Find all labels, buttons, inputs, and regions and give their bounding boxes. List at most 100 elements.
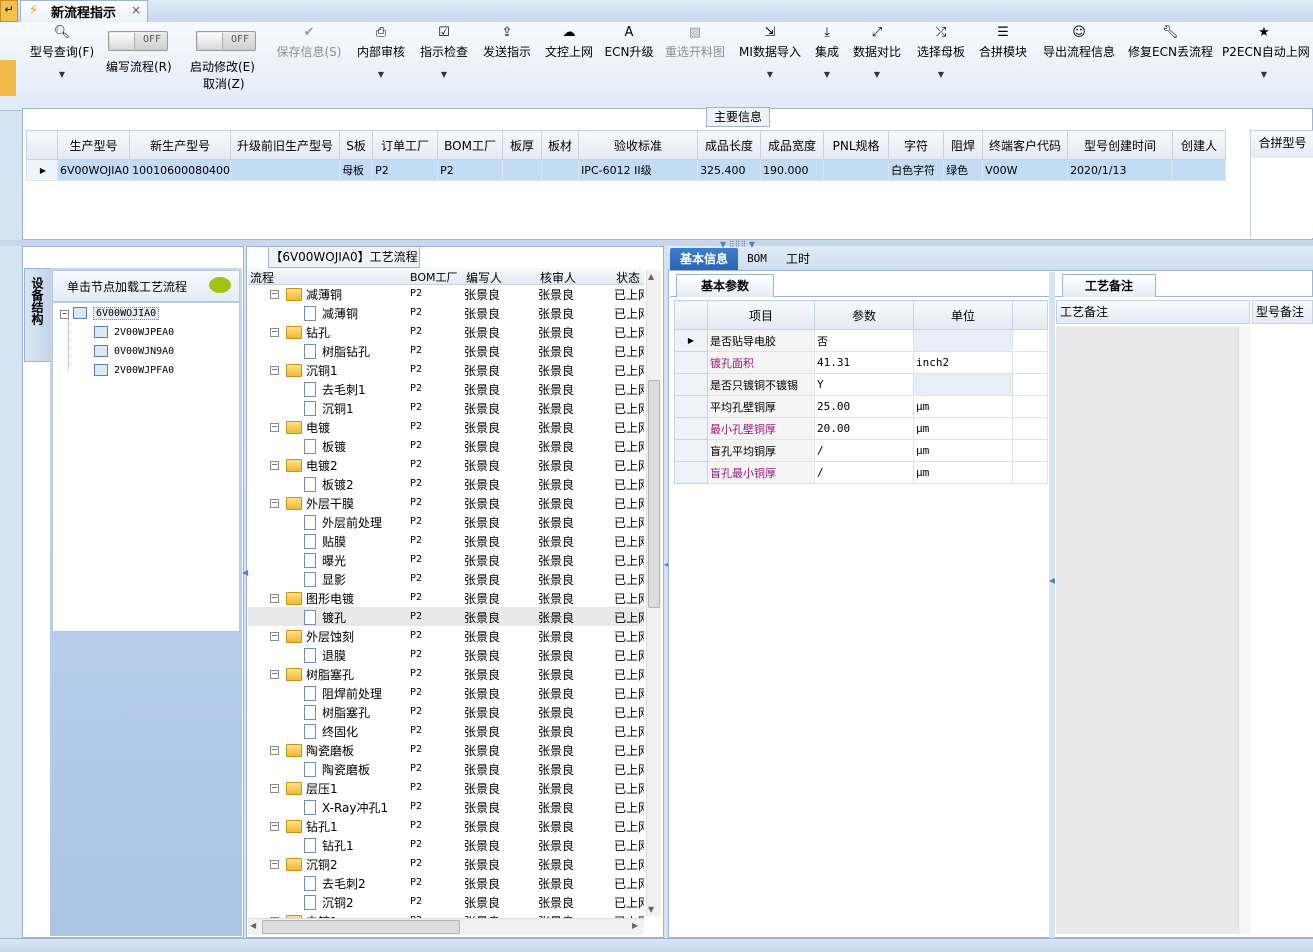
param-value[interactable]: Y bbox=[814, 373, 914, 396]
process-note-header[interactable]: 工艺备注 bbox=[1056, 300, 1250, 324]
collapse-icon[interactable]: − bbox=[270, 632, 279, 641]
table-cell[interactable]: 325.400 bbox=[697, 159, 762, 181]
table-cell[interactable] bbox=[823, 159, 890, 181]
flow-row[interactable]: − 图形电镀 P2 张景良 张景良 已上网 bbox=[248, 588, 644, 607]
flow-row[interactable]: 外层前处理 P2 张景良 张景良 已上网 bbox=[248, 512, 644, 531]
collapse-icon[interactable]: − bbox=[270, 366, 279, 375]
flow-row[interactable]: 减薄铜 P2 张景良 张景良 已上网 bbox=[248, 303, 644, 322]
flow-row[interactable]: 板镀 P2 张景良 张景良 已上网 bbox=[248, 436, 644, 455]
doc-control-upload-button[interactable]: ☁ 文控上网 bbox=[542, 24, 596, 60]
flow-row[interactable]: − 沉铜2 P2 张景良 张景良 已上网 bbox=[248, 854, 644, 873]
flow-row[interactable]: − 沉铜1 P2 张景良 张景良 已上网 bbox=[248, 360, 644, 379]
column-header[interactable]: 型号创建时间 bbox=[1067, 130, 1174, 160]
column-header[interactable]: 创建人 bbox=[1172, 130, 1227, 160]
column-header[interactable]: 成品宽度 bbox=[760, 130, 825, 160]
tab-basic-params[interactable]: 基本参数 bbox=[676, 274, 774, 297]
flow-row[interactable]: 钻孔1 P2 张景良 张景良 已上网 bbox=[248, 835, 644, 854]
table-row[interactable]: 盲孔最小铜厚 / μm bbox=[674, 461, 1048, 484]
scroll-up-icon[interactable]: ▲ bbox=[648, 272, 654, 281]
collapse-icon[interactable]: − bbox=[270, 594, 279, 603]
flow-horizontal-scroll-thumb[interactable] bbox=[262, 920, 460, 934]
column-header[interactable]: 参数 bbox=[814, 300, 914, 330]
flow-row[interactable]: 贴膜 P2 张景良 张景良 已上网 bbox=[248, 531, 644, 550]
table-row[interactable]: 最小孔壁铜厚 20.00 μm bbox=[674, 417, 1048, 440]
table-cell[interactable] bbox=[230, 159, 341, 181]
param-value[interactable]: 41.31 bbox=[814, 351, 914, 374]
internal-review-button[interactable]: ⎙ 内部审核 ▼ bbox=[354, 24, 408, 80]
flow-row[interactable]: − 电镀2 P2 张景良 张景良 已上网 bbox=[248, 455, 644, 474]
check-instruction-button[interactable]: ☑ 指示检查 ▼ bbox=[418, 24, 470, 80]
collapse-icon[interactable]: − bbox=[270, 290, 279, 299]
save-info-button[interactable]: ✔ 保存信息(S) bbox=[274, 24, 344, 60]
flow-row[interactable]: 显影 P2 张景良 张景良 已上网 bbox=[248, 569, 644, 588]
flow-row[interactable]: − 电镀 P2 张景良 张景良 已上网 bbox=[248, 417, 644, 436]
column-header[interactable]: BOM工厂 bbox=[410, 269, 458, 285]
tree-node-child[interactable]: 2V00WJPEA0 bbox=[94, 326, 174, 338]
flow-row[interactable]: 退膜 P2 张景良 张景良 已上网 bbox=[248, 645, 644, 664]
column-header[interactable]: 板厚 bbox=[502, 130, 543, 160]
column-header[interactable]: S板 bbox=[339, 130, 374, 160]
table-cell[interactable] bbox=[1172, 159, 1227, 181]
table-row[interactable]: 平均孔壁铜厚 25.00 μm bbox=[674, 395, 1048, 418]
tab-process-notes[interactable]: 工艺备注 bbox=[1062, 274, 1156, 297]
collapse-icon[interactable]: − bbox=[270, 784, 279, 793]
fix-ecn-flow-button[interactable]: 🔧︎ 修复ECN丢流程 bbox=[1128, 24, 1213, 60]
table-row[interactable]: 是否只镀铜不镀锡 Y bbox=[674, 373, 1048, 396]
collapse-icon[interactable]: − bbox=[270, 860, 279, 869]
splitter-grip-icon[interactable]: ◀ bbox=[1049, 576, 1055, 585]
column-header[interactable]: 成品长度 bbox=[697, 130, 762, 160]
tab-basic-info[interactable]: 基本信息 bbox=[670, 248, 738, 270]
collapse-icon[interactable]: − bbox=[270, 746, 279, 755]
flow-vertical-scroll-thumb[interactable] bbox=[648, 380, 660, 608]
column-header[interactable]: 订单工厂 bbox=[372, 130, 439, 160]
column-header[interactable]: 板材 bbox=[541, 130, 580, 160]
enable-edit-toggle[interactable]: OFF bbox=[196, 31, 256, 51]
cancel-button[interactable]: 取消(Z) bbox=[203, 75, 245, 92]
integrate-button[interactable]: ⤓ 集成 ▼ bbox=[812, 24, 842, 80]
data-compare-button[interactable]: ⤢ 数据对比 ▼ bbox=[850, 24, 904, 80]
column-header[interactable]: BOM工厂 bbox=[437, 130, 504, 160]
flow-row[interactable]: − 层压1 P2 张景良 张景良 已上网 bbox=[248, 778, 644, 797]
column-header[interactable]: 升级前旧生产型号 bbox=[230, 130, 341, 160]
notes-vertical-scrollbar[interactable] bbox=[1238, 326, 1251, 934]
table-cell[interactable]: 190.000 bbox=[760, 159, 825, 181]
tree-node-root[interactable]: −6V00WOJIA0 bbox=[60, 307, 160, 320]
flow-row[interactable]: 树脂钻孔 P2 张景良 张景良 已上网 bbox=[248, 341, 644, 360]
merge-module-button[interactable]: ☰ 合拼模块 bbox=[976, 24, 1030, 60]
ecn-upgrade-button[interactable]: A ECN升级 bbox=[604, 24, 654, 60]
table-row[interactable]: 镀孔面积 41.31 inch2 bbox=[674, 351, 1048, 374]
tab-new-flow-instruction[interactable]: ⚡ 新流程指示 × bbox=[20, 0, 148, 22]
tree-node-child[interactable]: 2V00WJPFA0 bbox=[94, 364, 174, 376]
table-cell[interactable]: 母板 bbox=[339, 159, 374, 181]
column-header[interactable]: 字符 bbox=[888, 130, 945, 160]
table-cell[interactable]: IPC-6012 II级 bbox=[578, 159, 699, 181]
flow-row[interactable]: − 钻孔1 P2 张景良 张景良 已上网 bbox=[248, 816, 644, 835]
column-header[interactable]: PNL规格 bbox=[823, 130, 890, 160]
scroll-down-icon[interactable]: ▼ bbox=[648, 905, 654, 914]
tab-bom[interactable]: BOM bbox=[742, 248, 772, 270]
flow-row[interactable]: − 减薄铜 P2 张景良 张景良 已上网 bbox=[248, 284, 644, 303]
table-cell[interactable]: 2020/1/13 bbox=[1067, 159, 1174, 181]
flow-row[interactable]: − 外层蚀刻 P2 张景良 张景良 已上网 bbox=[248, 626, 644, 645]
export-flow-info-button[interactable]: ☺ 导出流程信息 bbox=[1040, 24, 1118, 60]
flow-row[interactable]: X-Ray冲孔1 P2 张景良 张景良 已上网 bbox=[248, 797, 644, 816]
tree-node-child[interactable]: 0V00WJN9A0 bbox=[94, 345, 174, 357]
column-header[interactable]: 终端客户代码 bbox=[982, 130, 1069, 160]
flow-row[interactable]: − 外层干膜 P2 张景良 张景良 已上网 bbox=[248, 493, 644, 512]
flow-row[interactable]: 曝光 P2 张景良 张景良 已上网 bbox=[248, 550, 644, 569]
flow-row[interactable]: 沉铜1 P2 张景良 张景良 已上网 bbox=[248, 398, 644, 417]
scroll-left-icon[interactable]: ◀ bbox=[250, 921, 256, 930]
flow-row[interactable]: 树脂塞孔 P2 张景良 张景良 已上网 bbox=[248, 702, 644, 721]
write-flow-toggle[interactable]: OFF bbox=[108, 31, 168, 51]
tab-work-hours[interactable]: 工时 bbox=[780, 248, 816, 270]
table-cell[interactable]: V00W bbox=[982, 159, 1069, 181]
table-cell[interactable]: 10010600080400 bbox=[129, 159, 232, 181]
collapse-icon[interactable]: − bbox=[270, 423, 279, 432]
flow-row[interactable]: − 陶瓷磨板 P2 张景良 张景良 已上网 bbox=[248, 740, 644, 759]
param-value[interactable]: / bbox=[814, 461, 914, 484]
table-cell[interactable]: P2 bbox=[372, 159, 439, 181]
flow-row[interactable]: 沉铜2 P2 张景良 张景良 已上网 bbox=[248, 892, 644, 911]
mi-import-button[interactable]: ⇲ MI数据导入 ▼ bbox=[736, 24, 804, 80]
collapse-icon[interactable]: − bbox=[270, 461, 279, 470]
table-row[interactable]: 盲孔平均铜厚 / μm bbox=[674, 439, 1048, 462]
